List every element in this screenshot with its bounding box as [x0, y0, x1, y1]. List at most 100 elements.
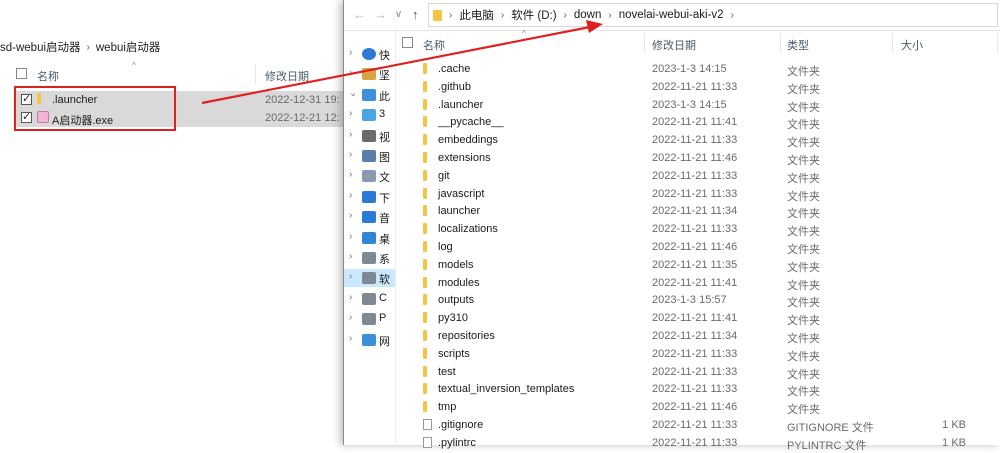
address-segment[interactable]: 软件 (D:) — [511, 7, 556, 23]
column-header-date[interactable]: 修改日期 — [652, 37, 696, 53]
address-segment[interactable]: novelai-webui-aki-v2 — [619, 9, 724, 21]
file-date: 2022-12-31 19: — [265, 94, 340, 106]
folder-row[interactable]: .github 2022-11-21 11:33 文件夹 — [396, 78, 1000, 96]
file-type: GITIGNORE 文件 — [787, 422, 874, 434]
folder-row[interactable]: git 2022-11-21 11:33 文件夹 — [396, 167, 1000, 185]
address-bar[interactable]: › 此电脑 › 软件 (D:) › down › novelai-webui-a… — [428, 3, 998, 27]
file-type: 文件夹 — [787, 83, 820, 96]
forward-arrow-icon[interactable]: → — [374, 7, 387, 22]
breadcrumb-item[interactable]: webui启动器 — [96, 39, 161, 55]
chevron-right-icon[interactable]: › — [349, 333, 352, 344]
file-type: 文件夹 — [787, 119, 820, 132]
select-all-checkbox[interactable] — [402, 37, 413, 48]
chevron-right-icon[interactable]: › — [349, 47, 352, 58]
column-header-type[interactable]: 类型 — [787, 37, 809, 53]
chevron-right-icon[interactable]: › — [349, 67, 352, 78]
nav-item[interactable]: › 网 — [344, 331, 395, 349]
column-divider[interactable] — [780, 33, 781, 53]
folder-row[interactable]: embeddings 2022-11-21 11:33 文件夹 — [396, 131, 1000, 149]
nav-item[interactable]: › 视 — [344, 127, 395, 145]
nav-item[interactable]: › P — [344, 310, 395, 328]
folder-row[interactable]: localizations 2022-11-21 11:33 文件夹 — [396, 220, 1000, 238]
folder-row[interactable]: modules 2022-11-21 11:41 文件夹 — [396, 274, 1000, 292]
column-header-name[interactable]: 名称 — [423, 37, 445, 53]
select-all-checkbox[interactable] — [16, 68, 27, 82]
nav-item-label: C — [379, 291, 387, 304]
chevron-right-icon[interactable]: › — [349, 231, 352, 242]
nav-item[interactable]: › 图 — [344, 147, 395, 165]
folder-row[interactable]: repositories 2022-11-21 11:34 文件夹 — [396, 327, 1000, 345]
folder-row[interactable]: log 2022-11-21 11:46 文件夹 — [396, 238, 1000, 256]
nav-item[interactable]: › 软 — [344, 269, 395, 288]
column-divider[interactable] — [997, 33, 998, 53]
nav-item[interactable]: › 坚 — [344, 65, 395, 83]
column-header-size[interactable]: 大小 — [901, 37, 923, 53]
column-divider[interactable] — [255, 64, 256, 84]
folder-icon — [423, 187, 427, 202]
folder-row[interactable]: textual_inversion_templates 2022-11-21 11… — [396, 380, 1000, 398]
nav-item[interactable]: › 3 — [344, 106, 395, 124]
folder-row[interactable]: __pycache__ 2022-11-21 11:41 文件夹 — [396, 113, 1000, 131]
back-arrow-icon[interactable]: ← — [353, 7, 366, 22]
file-type: 文件夹 — [787, 279, 820, 292]
chevron-right-icon[interactable]: › — [349, 210, 352, 221]
column-header-name[interactable]: 名称 — [37, 68, 59, 84]
chevron-right-icon[interactable]: › — [349, 108, 352, 119]
picture-icon — [362, 150, 376, 162]
folder-row[interactable]: javascript 2022-11-21 11:33 文件夹 — [396, 185, 1000, 203]
file-date: 2022-11-21 11:33 — [652, 436, 738, 449]
chevron-right-icon[interactable]: › — [349, 251, 352, 262]
file-name: repositories — [438, 330, 495, 342]
column-header-date[interactable]: 修改日期 — [265, 68, 309, 84]
file-date: 2022-11-21 11:46 — [652, 241, 738, 253]
folder-row[interactable]: .launcher 2023-1-3 14:15 文件夹 — [396, 96, 1000, 114]
nav-item[interactable]: › 文 — [344, 167, 395, 185]
column-divider[interactable] — [644, 33, 645, 53]
address-segment[interactable]: 此电脑 — [459, 7, 494, 23]
file-date: 2022-11-21 11:33 — [652, 223, 738, 236]
file-row[interactable]: .pylintrc 2022-11-21 11:33 PYLINTRC 文件 1 KB — [396, 434, 1000, 452]
address-segment[interactable]: down — [574, 9, 602, 21]
chevron-down-icon[interactable]: v — [396, 9, 401, 20]
chevron-right-icon[interactable]: › — [349, 271, 352, 282]
chevron-right-icon[interactable]: › — [349, 129, 352, 140]
folder-icon — [423, 63, 427, 77]
folder-row[interactable]: extensions 2022-11-21 11:46 文件夹 — [396, 149, 1000, 167]
file-date: 2022-11-21 11:41 — [652, 312, 738, 325]
nav-item[interactable]: › 快 — [344, 45, 395, 63]
folder-row[interactable]: .cache 2023-1-3 14:15 文件夹 — [396, 60, 1000, 78]
chevron-right-icon[interactable]: › — [349, 169, 352, 180]
nav-item[interactable]: › 下 — [344, 188, 395, 206]
breadcrumb-item[interactable]: sd-webui启动器 — [0, 39, 81, 55]
network-icon — [362, 333, 376, 346]
file-name: .launcher — [438, 98, 484, 111]
chevron-right-icon: › — [86, 41, 90, 53]
folder-row[interactable]: launcher 2022-11-21 11:34 文件夹 — [396, 202, 1000, 220]
nav-item[interactable]: › 桌 — [344, 229, 395, 247]
file-type: 文件夹 — [787, 315, 820, 328]
folder-row[interactable]: outputs 2023-1-3 15:57 文件夹 — [396, 291, 1000, 309]
computer-icon — [362, 88, 376, 101]
nav-item[interactable]: ⌄ 此 — [344, 86, 395, 104]
up-arrow-icon[interactable]: ↑ — [412, 7, 419, 22]
folder-row[interactable]: py310 2022-11-21 11:41 文件夹 — [396, 309, 1000, 327]
nav-item[interactable]: › 系 — [344, 249, 395, 267]
chevron-right-icon[interactable]: › — [349, 312, 352, 323]
chevron-down-icon[interactable]: ⌄ — [349, 88, 357, 99]
chevron-right-icon[interactable]: › — [349, 149, 352, 160]
chevron-right-icon[interactable]: › — [349, 190, 352, 201]
file-type: 文件夹 — [787, 101, 820, 114]
folder-row[interactable]: scripts 2022-11-21 11:33 文件夹 — [396, 345, 1000, 363]
folder-icon — [423, 347, 427, 362]
file-row[interactable]: .gitignore 2022-11-21 11:33 GITIGNORE 文件 1 … — [396, 416, 1000, 434]
nav-item[interactable]: › 音 — [344, 208, 395, 226]
nav-item[interactable]: › C — [344, 290, 395, 308]
column-divider[interactable] — [892, 33, 893, 53]
folder-row[interactable]: models 2022-11-21 11:35 文件夹 — [396, 256, 1000, 274]
file-type: 文件夹 — [787, 172, 820, 185]
folder-icon — [423, 383, 427, 397]
folder-row[interactable]: test 2022-11-21 11:33 文件夹 — [396, 363, 1000, 381]
folder-row[interactable]: tmp 2022-11-21 11:46 文件夹 — [396, 398, 1000, 416]
chevron-right-icon: › — [563, 9, 567, 21]
chevron-right-icon[interactable]: › — [349, 292, 352, 303]
